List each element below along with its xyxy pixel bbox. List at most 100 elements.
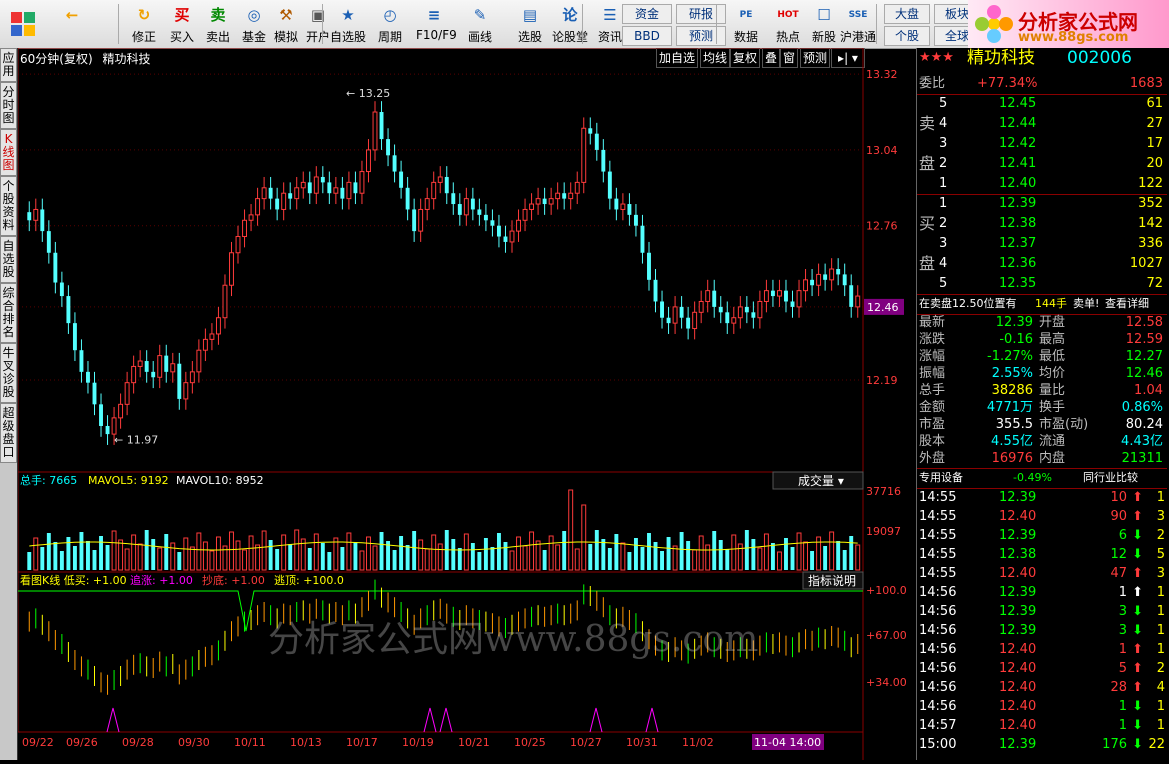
toolbar-pair-bottom-button[interactable]: 预测 [676, 26, 726, 46]
quote-row: 14:56 12.39 1 ⬆ 1 [917, 583, 1167, 603]
volume-bar [679, 532, 684, 570]
new-stock-button[interactable]: ☐ 新股 [806, 2, 842, 46]
quote-row: 14:56 12.39 3 ⬇ 1 [917, 602, 1167, 622]
stat-label: 开盘 [1039, 315, 1066, 330]
volume-bar [647, 533, 651, 570]
volume-bar [607, 548, 612, 570]
volume-bar [672, 545, 678, 571]
volume-bar [751, 539, 756, 570]
candle-body [372, 111, 378, 151]
tick-price: 12.38 [999, 547, 1037, 562]
ask-level: 4 [939, 116, 948, 131]
candle-body [157, 355, 163, 378]
quote-row: 2 12.41 20 [917, 154, 1167, 174]
side-tab[interactable]: 应 用 [0, 48, 17, 82]
self-select-icon: ★ [341, 6, 355, 24]
back-icon: ← [65, 6, 79, 24]
ask-price: 12.45 [999, 96, 1037, 111]
tick-direction-icon: ⬆ [1132, 566, 1143, 581]
quote-row: 5 12.45 61 [917, 94, 1167, 114]
tick-time: 14:55 [919, 528, 957, 543]
side-tab[interactable]: K 线 图 [0, 129, 17, 176]
tick-time: 14:56 [919, 604, 957, 619]
ask-price: 12.41 [999, 156, 1037, 171]
data-button[interactable]: PE 数据 [728, 2, 764, 46]
volume-bar [99, 536, 103, 570]
toolbar-pair-bottom-button[interactable]: 个股 [884, 26, 930, 46]
hk-connect-button-label: 沪港通 [840, 30, 877, 44]
side-tab[interactable]: 自 选 股 [0, 236, 17, 283]
back-button[interactable]: ← [54, 2, 90, 46]
candle-body [386, 139, 391, 156]
bottom-signal-mark [106, 707, 120, 733]
side-tab[interactable]: 分 时 图 [0, 82, 17, 129]
candle-body [268, 187, 273, 199]
candle-body [640, 225, 645, 253]
toolbar-pair-bottom-button[interactable]: BBD [622, 26, 672, 46]
fund-button[interactable]: ◎ 基金 [236, 2, 272, 46]
side-tab[interactable]: 牛 叉 诊 股 [0, 343, 17, 403]
quote-row: 振幅 2.55% 均价 12.46 [917, 365, 1167, 382]
candle-body [692, 311, 698, 330]
side-tab[interactable]: 个 股 资 料 [0, 176, 17, 236]
side-tab-bar: 应 用分 时 图K 线 图个 股 资 料自 选 股综 合 排 名牛 叉 诊 股超… [0, 48, 17, 760]
candle-body [790, 301, 795, 307]
candle-body [307, 182, 312, 194]
buy-button[interactable]: 买买入 [164, 2, 200, 46]
volume-bar [255, 544, 261, 571]
quote-row: 14:57 12.40 1 ⬇ 1 [917, 716, 1167, 736]
volume-bar [40, 547, 45, 570]
app-menu-icon[interactable] [4, 4, 42, 44]
stat-value: 0.86% [1121, 400, 1163, 415]
hot-button[interactable]: HOT 热点 [770, 2, 806, 46]
self-select-button[interactable]: ★ 自选股 [330, 2, 366, 46]
tick-direction-icon: ⬇ [1132, 718, 1143, 733]
period-button[interactable]: ◴ 周期 [372, 2, 408, 46]
toolbar-pair-top-button[interactable]: 资金 [622, 4, 672, 24]
volume-bar [66, 537, 71, 570]
notice-type: 卖单! [1073, 297, 1100, 310]
bid-price: 12.36 [999, 256, 1037, 271]
candle-body [294, 187, 300, 200]
hk-connect-button[interactable]: SSE 沪港通 [840, 2, 876, 46]
tick-count: 22 [1148, 737, 1165, 752]
volume-bar [457, 548, 462, 570]
candle-body [777, 290, 782, 297]
side-tab[interactable]: 综 合 排 名 [0, 283, 17, 343]
f10-button[interactable]: ≡ F10/F9 [416, 2, 457, 46]
tick-volume: 1 [1118, 699, 1127, 714]
watermark-text: 分析家公式网www.88gs.com [268, 619, 759, 660]
stat-label: 流通 [1039, 434, 1066, 449]
refresh-button[interactable]: ↻ 修正 [126, 2, 162, 46]
sell-button[interactable]: 卖卖出 [200, 2, 236, 46]
toolbar-pair-top-button[interactable]: 大盘 [884, 4, 930, 24]
tick-volume: 10 [1110, 490, 1127, 505]
volume-bar [196, 532, 202, 571]
volume-bar [731, 534, 737, 571]
toolbar-pair-top-button[interactable]: 研报 [676, 4, 726, 24]
toolbar-pair-0: 资金 BBD [622, 4, 672, 46]
bid-level: 4 [939, 256, 948, 271]
volume-bar [705, 544, 711, 571]
notice-detail-link[interactable]: 查看详细 [1105, 294, 1149, 314]
quote-row: 在卖盘12.50位置有 144手 卖单! 查看详细 [917, 294, 1167, 314]
industry-tab[interactable]: 专用设备 [919, 468, 963, 488]
candle-body [731, 317, 737, 324]
industry-compare-button[interactable]: 同行业比较 [1083, 468, 1138, 488]
tick-volume: 3 [1118, 604, 1127, 619]
draw-line-button[interactable]: ✎ 画线 [462, 2, 498, 46]
candle-body [379, 112, 384, 140]
stat-label: 内盘 [1039, 451, 1066, 466]
stock-select-button[interactable]: ▤ 选股 [512, 2, 548, 46]
bid-price: 12.39 [999, 196, 1037, 211]
side-tab[interactable]: 超 级 盘 口 [0, 403, 17, 463]
volume-bar [431, 534, 437, 571]
candle-body [849, 285, 854, 307]
volume-bar [346, 532, 352, 571]
simulate-button[interactable]: ⚒ 模拟 [268, 2, 304, 46]
candle-body [855, 295, 861, 308]
quote-stock-name: 精功科技 [967, 48, 1035, 68]
volume-bar [177, 552, 182, 570]
tick-time: 14:55 [919, 566, 957, 581]
stat-value: -1.27% [987, 349, 1033, 364]
